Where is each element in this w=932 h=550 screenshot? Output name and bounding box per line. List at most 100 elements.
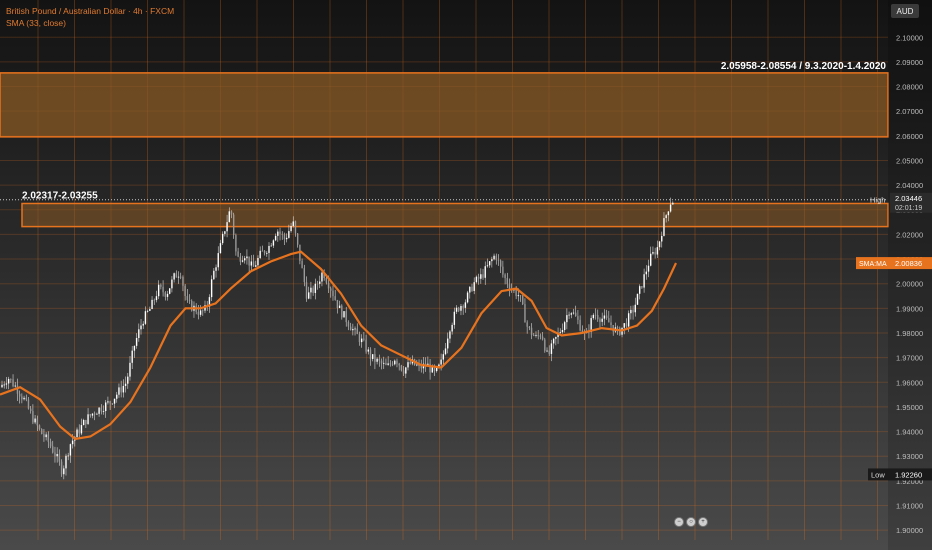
candle-timer: 02:01:19: [895, 205, 922, 212]
candle-body: [266, 252, 268, 254]
candle-body: [358, 334, 361, 343]
candle-body: [493, 255, 495, 260]
candle-body: [650, 253, 652, 266]
candle-body: [131, 350, 133, 363]
candle-body: [38, 425, 41, 429]
y-tick-label: 2.10000: [896, 33, 923, 42]
candle-body: [279, 231, 281, 234]
candle-body: [632, 309, 634, 313]
candle-body: [14, 385, 16, 387]
sma-indicator-label[interactable]: SMA (33, close): [6, 17, 174, 29]
candle-body: [155, 296, 158, 301]
candle-body: [535, 334, 537, 336]
candle-body: [541, 336, 544, 340]
candle-body: [495, 255, 497, 260]
candle-body: [285, 237, 288, 240]
candle-body: [219, 243, 222, 254]
candle-body: [162, 286, 164, 293]
candle-body: [469, 286, 471, 293]
candle-body: [129, 362, 131, 377]
candle-body: [118, 387, 120, 395]
candle-body: [669, 204, 672, 212]
candle-body: [552, 338, 555, 344]
candle-body: [151, 299, 153, 309]
candle-body: [69, 444, 72, 456]
candle-body: [672, 202, 674, 205]
candle-body: [533, 335, 535, 336]
candle-body: [444, 348, 447, 355]
candle-body: [228, 211, 230, 223]
candle-body: [140, 325, 142, 330]
reset-icon[interactable]: ○: [686, 517, 696, 527]
candle-body: [402, 370, 405, 374]
y-tick-label: 2.02000: [896, 230, 923, 239]
candle-body: [65, 455, 67, 469]
candle-body: [45, 434, 47, 438]
candle-body: [184, 285, 186, 297]
price-chart[interactable]: 2.05958-2.08554 / 9.3.2020-1.4.20202.023…: [0, 0, 932, 550]
candle-body: [641, 286, 643, 288]
candle-body: [363, 338, 365, 340]
candle-body: [199, 310, 202, 315]
candle-body: [138, 329, 140, 338]
candle-body: [142, 323, 144, 326]
candle-body: [10, 378, 12, 380]
candle-body: [356, 328, 358, 335]
candle-body: [499, 260, 502, 267]
candle-body: [3, 384, 5, 386]
candle-body: [561, 330, 564, 333]
candle-body: [213, 270, 215, 280]
zoom-in-icon[interactable]: +: [698, 517, 708, 527]
candle-body: [164, 292, 166, 297]
candle-body: [347, 322, 350, 327]
candle-body: [566, 315, 568, 323]
candle-body: [400, 365, 403, 371]
candle-body: [645, 271, 648, 275]
candle-body: [36, 418, 39, 426]
candle-body: [49, 441, 52, 447]
y-tick-label: 2.05000: [896, 156, 923, 165]
candle-body: [54, 452, 56, 457]
candle-body: [387, 363, 389, 365]
candle-body: [316, 283, 319, 285]
candle-body: [290, 226, 292, 232]
candle-body: [109, 401, 111, 404]
candle-body: [230, 211, 233, 215]
candle-body: [608, 318, 610, 323]
resistance-zone-upper[interactable]: [0, 72, 889, 138]
low-value: 1.92260: [895, 470, 922, 479]
candle-body: [482, 274, 484, 278]
candle-body: [124, 383, 127, 386]
candle-body: [464, 302, 467, 308]
currency-label: AUD: [897, 7, 914, 16]
candle-body: [67, 455, 69, 457]
candle-body: [182, 277, 184, 286]
candle-body: [663, 218, 665, 236]
sma-tag: SMA:MA: [859, 261, 887, 268]
candle-body: [120, 387, 122, 393]
candle-body: [555, 337, 557, 339]
candle-body: [365, 339, 367, 352]
candle-body: [559, 332, 561, 333]
candle-body: [449, 331, 451, 339]
candle-body: [244, 258, 246, 261]
candle-body: [524, 304, 526, 323]
candle-body: [367, 349, 369, 352]
candle-body: [656, 247, 659, 255]
candle-body: [599, 319, 601, 322]
candle-body: [658, 241, 661, 248]
candle-body: [241, 260, 244, 262]
candle-body: [270, 245, 272, 247]
candle-body: [122, 385, 125, 393]
zoom-out-icon[interactable]: −: [674, 517, 684, 527]
y-tick-label: 2.09000: [896, 58, 923, 67]
candle-body: [274, 235, 277, 241]
resistance-zone-lower[interactable]: [21, 202, 889, 228]
candle-body: [667, 211, 670, 216]
y-tick-label: 1.98000: [896, 329, 923, 338]
candle-body: [625, 323, 628, 327]
candle-body: [149, 308, 151, 311]
candle-body: [177, 276, 180, 278]
y-tick-label: 2.07000: [896, 107, 923, 116]
candle-body: [25, 397, 27, 400]
